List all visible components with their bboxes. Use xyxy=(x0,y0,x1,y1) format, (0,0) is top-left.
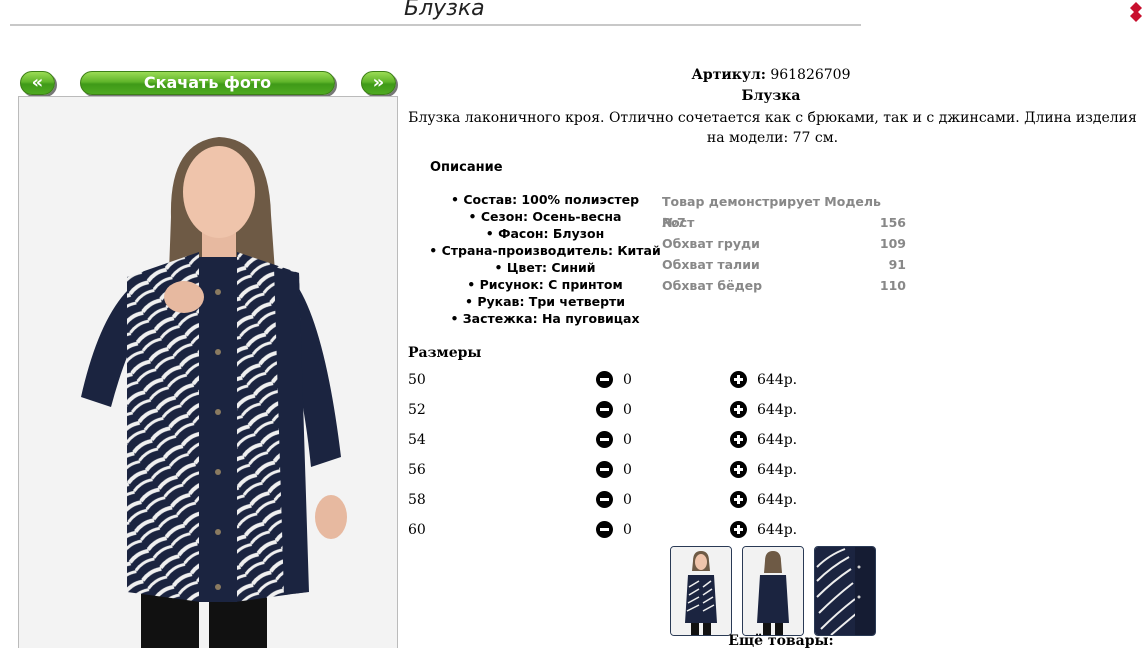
thumbnail-front-image xyxy=(671,547,731,635)
minus-icon[interactable] xyxy=(596,461,613,478)
next-photo-button[interactable]: » xyxy=(361,71,396,95)
sku-value: 961826709 xyxy=(770,67,851,83)
spec-item: Сезон: Осень-весна xyxy=(425,208,665,225)
size-value: 60 xyxy=(408,522,426,538)
plus-icon[interactable] xyxy=(730,371,747,388)
size-row: 58 0 644р. xyxy=(408,490,808,510)
minus-icon[interactable] xyxy=(596,371,613,388)
page-title-bar: Блузка xyxy=(10,0,861,26)
size-quantity: 0 xyxy=(623,372,632,388)
specs-list: Состав: 100% полиэстер Сезон: Осень-весн… xyxy=(425,191,665,327)
model-row-label: Обхват бёдер xyxy=(662,278,763,293)
prev-photo-button[interactable]: « xyxy=(20,71,55,95)
sku-label: Артикул: xyxy=(691,67,766,83)
thumbnail-back[interactable] xyxy=(742,546,804,636)
product-name: Блузка xyxy=(741,88,801,104)
model-row-label: Товар демонстрирует Модель №7 xyxy=(662,194,881,230)
main-product-photo[interactable] xyxy=(18,96,398,648)
model-row-value: 110 xyxy=(879,278,906,293)
size-price: 644р. xyxy=(757,402,798,418)
model-row: Обхват бёдер 110 xyxy=(662,275,906,296)
model-row-value: 109 xyxy=(879,236,906,251)
spec-item: Состав: 100% полиэстер xyxy=(425,191,665,208)
decoration-icon xyxy=(1130,2,1142,22)
size-value: 50 xyxy=(408,372,426,388)
sku-line: Артикул: 961826709 xyxy=(400,67,1142,83)
minus-icon[interactable] xyxy=(596,401,613,418)
spec-item: Рисунок: С принтом xyxy=(425,276,665,293)
plus-icon[interactable] xyxy=(730,491,747,508)
model-measurements: Товар демонстрирует Модель №7 Рост 156 Об… xyxy=(662,191,906,296)
size-value: 58 xyxy=(408,492,426,508)
spec-item: Застежка: На пуговицах xyxy=(425,310,665,327)
size-quantity: 0 xyxy=(623,402,632,418)
size-price: 644р. xyxy=(757,462,798,478)
size-value: 52 xyxy=(408,402,426,418)
sizes-heading: Размеры xyxy=(408,345,482,361)
spec-item: Страна-производитель: Китай xyxy=(425,242,665,259)
thumbnail-back-image xyxy=(743,547,803,635)
more-goods-heading: Ещё товары: xyxy=(728,633,834,648)
plus-icon[interactable] xyxy=(730,461,747,478)
product-description: Блузка лаконичного кроя. Отлично сочетае… xyxy=(408,110,1137,146)
model-row-label: Рост xyxy=(662,215,695,230)
plus-icon[interactable] xyxy=(730,401,747,418)
model-row: Рост 156 xyxy=(662,212,906,233)
thumbnail-front[interactable] xyxy=(670,546,732,636)
model-row: Товар демонстрирует Модель №7 xyxy=(662,191,906,230)
size-price: 644р. xyxy=(757,372,798,388)
plus-icon[interactable] xyxy=(730,521,747,538)
size-row: 52 0 644р. xyxy=(408,400,808,420)
minus-icon[interactable] xyxy=(596,431,613,448)
size-quantity: 0 xyxy=(623,522,632,538)
model-photo-image xyxy=(19,97,397,648)
specs-heading: Описание xyxy=(430,160,503,175)
model-row-value: 156 xyxy=(879,215,906,230)
model-row-label: Обхват талии xyxy=(662,257,760,272)
model-row-value: 91 xyxy=(888,257,906,272)
size-value: 56 xyxy=(408,462,426,478)
plus-icon[interactable] xyxy=(730,431,747,448)
model-row-label: Обхват груди xyxy=(662,236,760,251)
size-price: 644р. xyxy=(757,522,798,538)
size-row: 54 0 644р. xyxy=(408,430,808,450)
thumbnail-fabric[interactable] xyxy=(814,546,876,636)
size-row: 56 0 644р. xyxy=(408,460,808,480)
download-photo-button[interactable]: Скачать фото xyxy=(80,71,335,95)
minus-icon[interactable] xyxy=(596,491,613,508)
size-price: 644р. xyxy=(757,432,798,448)
model-row: Обхват груди 109 xyxy=(662,233,906,254)
size-quantity: 0 xyxy=(623,492,632,508)
size-row: 60 0 644р. xyxy=(408,520,808,540)
page-title: Блузка xyxy=(404,0,485,21)
size-row: 50 0 644р. xyxy=(408,370,808,390)
spec-item: Фасон: Блузон xyxy=(425,225,665,242)
thumbnail-fabric-image xyxy=(815,547,875,635)
minus-icon[interactable] xyxy=(596,521,613,538)
size-quantity: 0 xyxy=(623,462,632,478)
spec-item: Рукав: Три четверти xyxy=(425,293,665,310)
model-row: Обхват талии 91 xyxy=(662,254,906,275)
size-price: 644р. xyxy=(757,492,798,508)
size-quantity: 0 xyxy=(623,432,632,448)
size-value: 54 xyxy=(408,432,426,448)
spec-item: Цвет: Синий xyxy=(425,259,665,276)
